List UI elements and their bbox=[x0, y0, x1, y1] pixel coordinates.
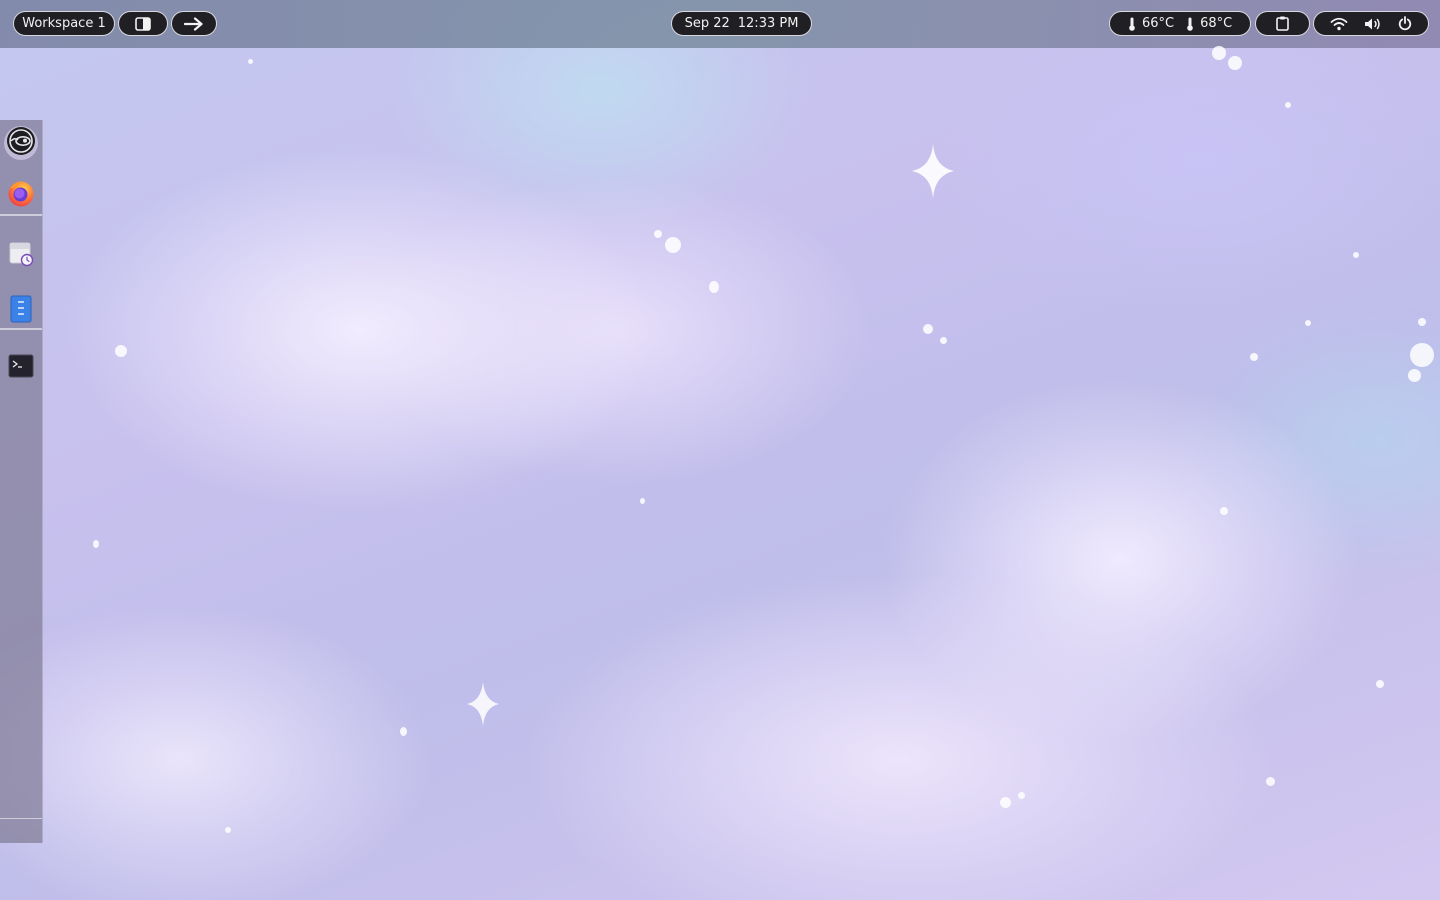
bubble bbox=[225, 827, 231, 833]
bubble bbox=[1285, 102, 1291, 108]
bubble bbox=[1220, 507, 1228, 515]
workspace-label: Workspace 1 bbox=[22, 15, 106, 31]
arrow-right-icon bbox=[184, 16, 204, 31]
dock-item-terminal[interactable] bbox=[4, 351, 38, 385]
next-workspace-button[interactable] bbox=[171, 11, 217, 36]
firefox-icon bbox=[7, 179, 35, 211]
bubble bbox=[1266, 777, 1275, 786]
bubble bbox=[940, 337, 947, 344]
volume-icon[interactable] bbox=[1364, 17, 1381, 31]
dock-separator bbox=[0, 818, 42, 819]
dock-item-mail-scheduler[interactable] bbox=[4, 238, 38, 272]
dock-item-opensuse[interactable] bbox=[4, 126, 38, 160]
opensuse-icon bbox=[6, 126, 36, 160]
bubble bbox=[1018, 792, 1025, 799]
split-view-button[interactable] bbox=[118, 11, 168, 36]
bubble bbox=[1418, 318, 1426, 326]
sparkle-icon bbox=[912, 144, 954, 198]
bubble bbox=[1410, 343, 1434, 367]
bubble bbox=[640, 498, 645, 504]
temperature-widget[interactable]: 66°C 68°C bbox=[1109, 11, 1251, 36]
bubble bbox=[1408, 369, 1421, 382]
top-bar: Workspace 1 Sep 22 12:33 PM 66°C 68°C bbox=[0, 0, 1440, 48]
dock-item-firefox[interactable] bbox=[4, 178, 38, 212]
clipboard-button[interactable] bbox=[1255, 11, 1310, 36]
bubble bbox=[654, 230, 662, 238]
dock-item-archive-manager[interactable] bbox=[4, 294, 38, 328]
workspace-button[interactable]: Workspace 1 bbox=[13, 11, 115, 36]
cpu-temperature: 66°C bbox=[1142, 15, 1175, 31]
bubble bbox=[248, 59, 253, 64]
dock-separator bbox=[0, 328, 42, 330]
bubble bbox=[1212, 46, 1226, 60]
bubble bbox=[1353, 252, 1359, 258]
archive-icon bbox=[8, 295, 34, 327]
bubble bbox=[115, 345, 127, 357]
bubble bbox=[923, 324, 933, 334]
bubble bbox=[400, 727, 407, 736]
bubble bbox=[1000, 797, 1011, 808]
dock bbox=[0, 120, 43, 843]
bubble bbox=[1250, 353, 1258, 361]
bubble bbox=[93, 540, 99, 548]
wifi-icon[interactable] bbox=[1330, 17, 1348, 31]
power-icon[interactable] bbox=[1398, 16, 1412, 31]
system-menu[interactable] bbox=[1313, 11, 1429, 36]
bubble bbox=[1376, 680, 1384, 688]
clock-date: Sep 22 bbox=[684, 15, 730, 31]
sparkle-icon bbox=[467, 682, 499, 726]
gpu-temperature: 68°C bbox=[1200, 15, 1233, 31]
mail-clock-icon bbox=[7, 239, 35, 271]
terminal-icon bbox=[8, 354, 34, 382]
thermometer-icon bbox=[1128, 17, 1136, 31]
clock-time: 12:33 PM bbox=[737, 15, 799, 31]
bubble bbox=[709, 281, 719, 293]
bubble bbox=[1228, 56, 1242, 70]
split-view-icon bbox=[135, 16, 151, 31]
bubble bbox=[665, 237, 681, 253]
thermometer-icon bbox=[1186, 17, 1194, 31]
clock-button[interactable]: Sep 22 12:33 PM bbox=[671, 11, 812, 36]
dock-separator bbox=[0, 214, 42, 216]
clipboard-icon bbox=[1276, 16, 1289, 31]
bubble bbox=[1305, 320, 1311, 326]
